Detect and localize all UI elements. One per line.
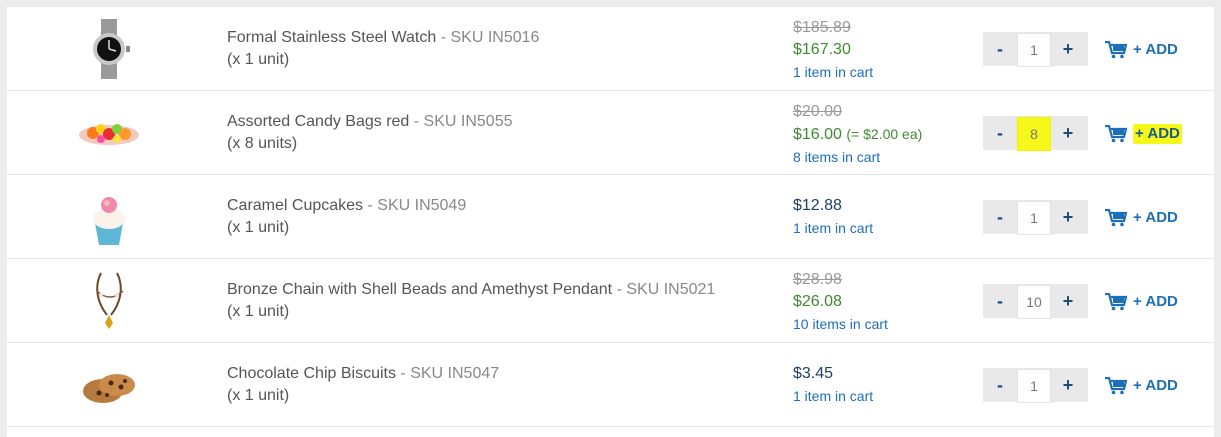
quantity-stepper: - + [983,200,1088,235]
increase-quantity-button[interactable]: + [1051,116,1085,150]
add-to-cart-button[interactable]: + ADD [1105,39,1178,61]
sale-price: $16.00 [793,126,842,143]
increase-quantity-button[interactable]: + [1051,284,1085,318]
product-row: Assorted Candy Bags red - SKU IN5055 (x … [7,91,1214,175]
cart-icon [1105,41,1127,59]
product-units: (x 8 units) [227,135,298,152]
decrease-quantity-button[interactable]: - [983,368,1017,402]
original-price: $28.98 [793,271,842,288]
add-to-cart-button[interactable]: + ADD [1105,291,1178,313]
add-to-cart-button[interactable]: + ADD [1105,207,1178,229]
decrease-quantity-button[interactable]: - [983,32,1017,66]
product-units: (x 1 unit) [227,219,290,236]
product-name[interactable]: Assorted Candy Bags red [227,113,409,130]
cart-icon [1105,293,1127,311]
cookie-image[interactable] [71,353,147,417]
quantity-input[interactable] [1017,369,1051,403]
quantity-stepper: - + [983,32,1088,67]
unit-price: (= $2.00 ea) [846,126,923,142]
cupcake-image[interactable] [71,185,147,249]
quantity-stepper: - + [983,284,1088,319]
product-units: (x 1 unit) [227,387,290,404]
product-name[interactable]: Bronze Chain with Shell Beads and Amethy… [227,281,612,298]
increase-quantity-button[interactable]: + [1051,32,1085,66]
quantity-stepper: - + [983,368,1088,403]
in-cart-link[interactable]: 1 item in cart [793,385,873,407]
product-name[interactable]: Chocolate Chip Biscuits [227,365,396,382]
quantity-input[interactable] [1017,33,1051,67]
price: $3.45 [793,365,834,382]
product-sku: - SKU IN5055 [413,113,513,130]
add-to-cart-button[interactable]: + ADD [1105,375,1178,397]
sale-price: $167.30 [793,41,851,58]
original-price: $185.89 [793,19,851,36]
product-list: Formal Stainless Steel Watch - SKU IN501… [7,7,1214,437]
product-units: (x 1 unit) [227,303,290,320]
in-cart-link[interactable]: 1 item in cart [793,61,873,83]
add-to-cart-button[interactable]: + ADD [1105,123,1182,145]
add-button-label: + ADD [1133,41,1178,58]
in-cart-link[interactable]: 10 items in cart [793,313,888,335]
increase-quantity-button[interactable]: + [1051,200,1085,234]
product-row: Formal Stainless Steel Watch - SKU IN501… [7,7,1214,91]
product-name[interactable]: Caramel Cupcakes [227,197,363,214]
cart-icon [1105,125,1127,143]
product-sku: - SKU IN5047 [400,365,500,382]
candy-image[interactable] [71,101,147,165]
product-row: Chocolate Chip Biscuits - SKU IN5047 (x … [7,343,1214,427]
quantity-stepper: - + [983,116,1088,151]
add-button-label: + ADD [1133,209,1178,226]
quantity-input[interactable] [1017,117,1051,151]
in-cart-link[interactable]: 8 items in cart [793,146,922,168]
original-price: $20.00 [793,103,842,120]
price: $12.88 [793,197,842,214]
quantity-input[interactable] [1017,201,1051,235]
add-button-label: + ADD [1133,293,1178,310]
necklace-image[interactable] [71,269,147,333]
in-cart-link[interactable]: 1 item in cart [793,217,873,239]
add-button-label: + ADD [1133,124,1182,144]
product-sku: - SKU IN5016 [440,29,540,46]
cart-icon [1105,209,1127,227]
add-button-label: + ADD [1133,377,1178,394]
product-name[interactable]: Formal Stainless Steel Watch [227,29,436,46]
product-row: Bronze Chain with Shell Beads and Amethy… [7,259,1214,343]
decrease-quantity-button[interactable]: - [983,284,1017,318]
watch-image[interactable] [71,17,147,81]
sale-price: $26.08 [793,293,842,310]
decrease-quantity-button[interactable]: - [983,116,1017,150]
product-sku: - SKU IN5021 [616,281,716,298]
cart-icon [1105,377,1127,395]
quantity-input[interactable] [1017,285,1051,319]
increase-quantity-button[interactable]: + [1051,368,1085,402]
product-sku: - SKU IN5049 [367,197,467,214]
decrease-quantity-button[interactable]: - [983,200,1017,234]
product-units: (x 1 unit) [227,51,290,68]
product-row: Caramel Cupcakes - SKU IN5049 (x 1 unit)… [7,175,1214,259]
